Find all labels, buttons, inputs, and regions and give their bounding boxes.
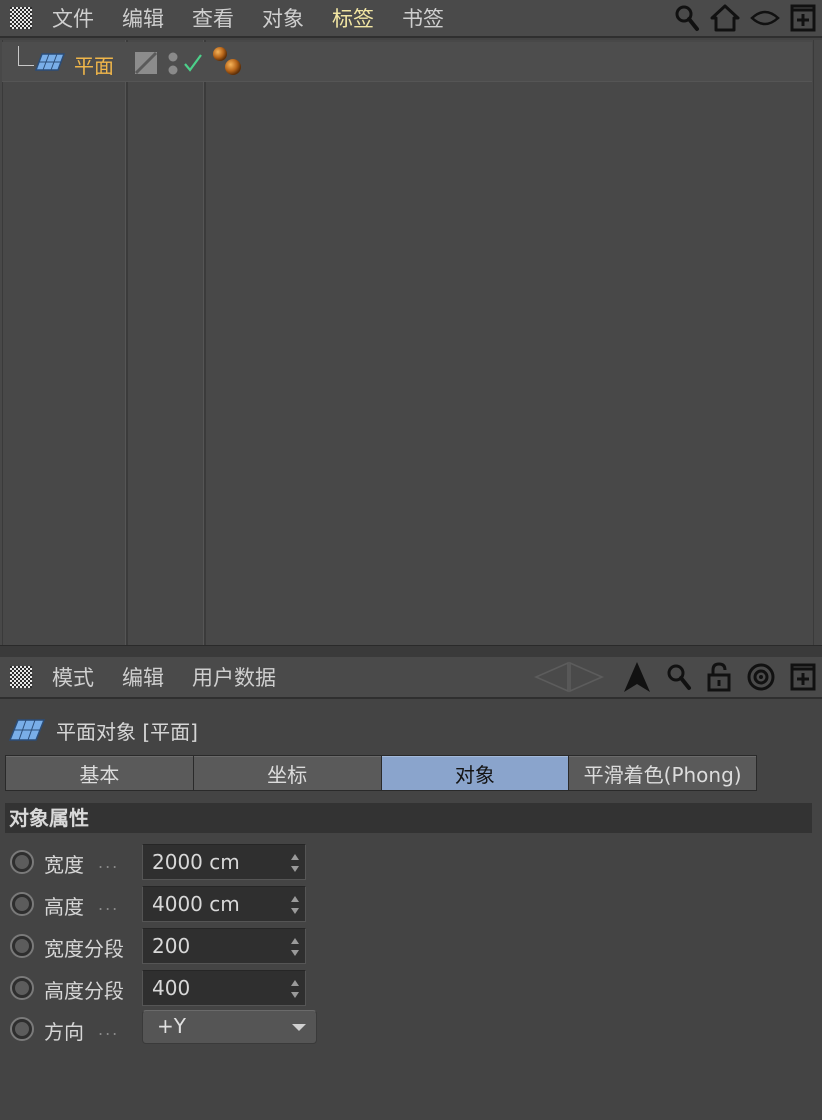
chevron-down-icon[interactable] xyxy=(292,1024,306,1031)
tab-coordinates[interactable]: 坐标 xyxy=(193,756,381,790)
param-row-orientation: 方向 ... +Y xyxy=(8,1010,318,1048)
stepper-arrows-icon[interactable] xyxy=(291,938,299,956)
tab-object[interactable]: 对象 xyxy=(381,756,569,790)
width-segments-value[interactable]: 200 xyxy=(152,934,190,958)
new-panel-icon[interactable] xyxy=(790,4,816,32)
param-row-height: 高度 ... 4000 cm xyxy=(8,885,318,923)
attribute-title: 平面对象 [平面] xyxy=(56,720,198,744)
menu-user-data[interactable]: 用户数据 xyxy=(192,662,276,692)
panel-divider[interactable] xyxy=(0,645,822,657)
stepper-arrows-icon[interactable] xyxy=(291,896,299,914)
width-segments-field[interactable]: 200 xyxy=(142,928,306,964)
menu-objects[interactable]: 对象 xyxy=(262,3,304,33)
param-dots: ... xyxy=(98,1020,120,1039)
eye-icon[interactable] xyxy=(750,8,780,28)
orientation-value[interactable]: +Y xyxy=(157,1014,186,1038)
param-label: 宽度分段 xyxy=(44,937,124,961)
param-label: 高度分段 xyxy=(44,979,124,1003)
height-value[interactable]: 4000 cm xyxy=(152,892,240,916)
animate-radio[interactable] xyxy=(10,850,34,874)
animate-radio[interactable] xyxy=(10,976,34,1000)
enabled-check-icon[interactable] xyxy=(182,52,204,74)
object-manager-toolbar xyxy=(674,0,816,36)
attribute-manager-menubar: 模式 编辑 用户数据 xyxy=(0,657,822,699)
param-row-width-segments: 宽度分段 200 xyxy=(8,927,318,965)
menu-file[interactable]: 文件 xyxy=(52,3,94,33)
object-row-plane[interactable]: 平面 xyxy=(2,42,812,82)
orientation-dropdown[interactable]: +Y xyxy=(142,1010,317,1044)
section-header-object-properties: 对象属性 xyxy=(5,803,812,833)
param-label: 宽度 xyxy=(44,853,84,877)
object-name[interactable]: 平面 xyxy=(74,50,114,79)
menu-edit[interactable]: 编辑 xyxy=(122,3,164,33)
panel-grip-icon[interactable] xyxy=(10,666,32,688)
width-value[interactable]: 2000 cm xyxy=(152,850,240,874)
tab-phong[interactable]: 平滑着色(Phong) xyxy=(569,756,756,790)
menu-view[interactable]: 查看 xyxy=(192,3,234,33)
search-icon[interactable] xyxy=(666,663,692,691)
object-manager-menubar: 文件 编辑 查看 对象 标签 书签 xyxy=(0,0,822,38)
search-icon[interactable] xyxy=(674,4,700,32)
tree-connector xyxy=(18,46,34,66)
lock-icon[interactable] xyxy=(706,662,732,692)
plane-object-icon xyxy=(8,719,46,741)
stepper-arrows-icon[interactable] xyxy=(291,980,299,998)
history-arrows-icon[interactable] xyxy=(530,660,608,694)
param-row-height-segments: 高度分段 400 xyxy=(8,969,318,1007)
menu-bookmarks[interactable]: 书签 xyxy=(402,3,444,33)
object-list-frame xyxy=(2,40,814,645)
attribute-manager-toolbar xyxy=(530,657,816,697)
height-field[interactable]: 4000 cm xyxy=(142,886,306,922)
column-separator[interactable] xyxy=(125,40,128,645)
height-segments-value[interactable]: 400 xyxy=(152,976,190,1000)
plane-object-icon xyxy=(34,53,66,71)
tab-basic[interactable]: 基本 xyxy=(6,756,193,790)
visibility-dots-icon[interactable] xyxy=(167,51,179,77)
menu-edit[interactable]: 编辑 xyxy=(122,662,164,692)
animate-radio[interactable] xyxy=(10,892,34,916)
menu-tags[interactable]: 标签 xyxy=(332,3,374,33)
new-panel-icon[interactable] xyxy=(790,663,816,691)
layer-icon[interactable] xyxy=(134,51,158,75)
object-list[interactable]: 平面 xyxy=(0,40,822,645)
width-field[interactable]: 2000 cm xyxy=(142,844,306,880)
param-dots: ... xyxy=(98,895,120,914)
param-label: 高度 xyxy=(44,895,84,919)
attribute-tabs: 基本 坐标 对象 平滑着色(Phong) xyxy=(5,755,757,791)
cursor-arrow-icon[interactable] xyxy=(622,660,652,694)
column-separator[interactable] xyxy=(203,40,206,645)
param-dots: ... xyxy=(98,853,120,872)
material-tag-icon[interactable] xyxy=(210,46,244,80)
home-icon[interactable] xyxy=(710,4,740,32)
param-row-width: 宽度 ... 2000 cm xyxy=(8,843,318,881)
animate-radio[interactable] xyxy=(10,1017,34,1041)
menu-mode[interactable]: 模式 xyxy=(52,662,94,692)
animate-radio[interactable] xyxy=(10,934,34,958)
target-icon[interactable] xyxy=(746,662,776,692)
param-label: 方向 xyxy=(44,1020,84,1044)
stepper-arrows-icon[interactable] xyxy=(291,854,299,872)
panel-grip-icon[interactable] xyxy=(10,7,32,29)
height-segments-field[interactable]: 400 xyxy=(142,970,306,1006)
